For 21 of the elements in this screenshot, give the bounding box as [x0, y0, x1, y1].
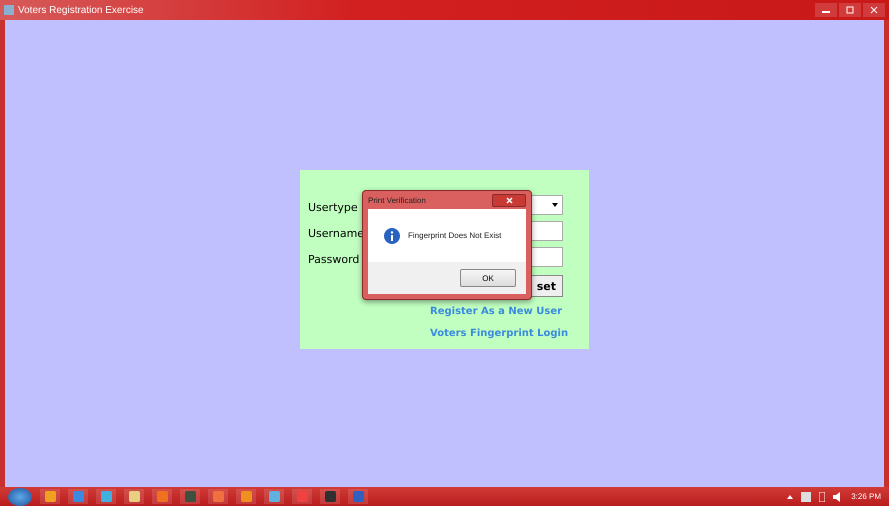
info-icon: [384, 228, 400, 244]
link[interactable]: Register As a New User: [430, 305, 562, 319]
dropdown-caret-icon[interactable]: [552, 203, 558, 207]
field-label: Password: [308, 252, 360, 266]
dialog-message: Fingerprint Does Not Exist: [408, 231, 502, 240]
link[interactable]: Voters Fingerprint Login: [430, 327, 568, 341]
window-title: Voters Registration Exercise: [18, 4, 144, 16]
start-button[interactable]: [8, 488, 32, 506]
dialog-title: Print Verification: [368, 196, 426, 204]
battery-icon[interactable]: [819, 492, 826, 502]
field-label: Username: [308, 226, 364, 240]
clock[interactable]: 3:26 PM: [851, 492, 881, 501]
close-button[interactable]: [492, 194, 526, 206]
restore-icon[interactable]: [839, 3, 861, 17]
field-label: Usertype: [308, 200, 358, 214]
ok-button[interactable]: OK: [460, 269, 516, 287]
app-icon: [4, 5, 14, 15]
tray-arrow-icon[interactable]: [787, 494, 794, 498]
close-icon: [506, 196, 512, 204]
minimize-icon[interactable]: [815, 3, 837, 17]
close-icon[interactable]: [863, 3, 885, 17]
